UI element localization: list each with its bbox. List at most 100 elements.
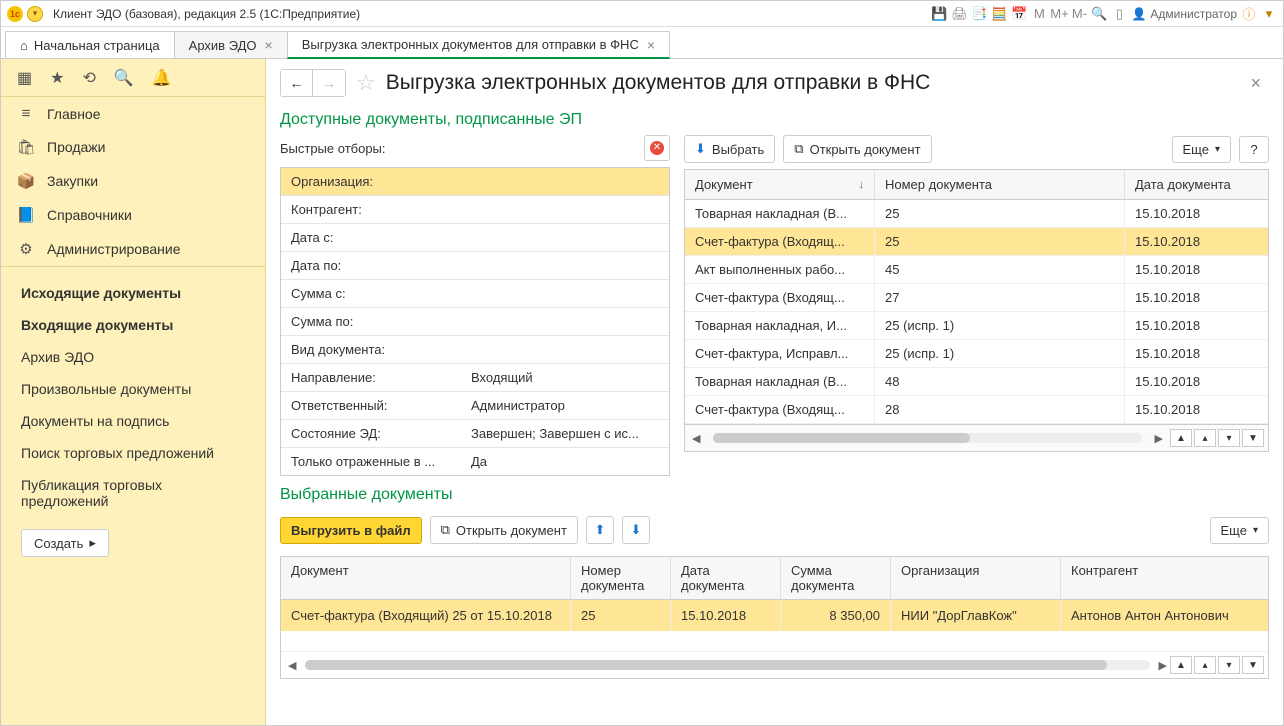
nav-down-button[interactable]: ▾: [1218, 656, 1240, 674]
memory-m[interactable]: M: [1031, 6, 1047, 22]
scroll-left-icon[interactable]: ◀: [285, 659, 299, 672]
sel-col-doc[interactable]: Документ: [281, 557, 571, 599]
user-menu[interactable]: 👤 Администратор: [1131, 7, 1237, 21]
sidebar-link-outgoing[interactable]: Исходящие документы: [1, 277, 265, 309]
filter-row[interactable]: Организация:: [281, 168, 669, 196]
filter-row[interactable]: Ответственный:Администратор: [281, 392, 669, 420]
nav-first-button[interactable]: ▲: [1170, 429, 1192, 447]
scroll-right-icon[interactable]: ▶: [1152, 432, 1166, 445]
help-button[interactable]: ?: [1239, 136, 1269, 163]
table-row[interactable]: Товарная накладная (В...2515.10.2018: [685, 200, 1268, 228]
filter-row[interactable]: Дата с:: [281, 224, 669, 252]
nav-forward-button[interactable]: →: [313, 70, 345, 96]
h-scrollbar[interactable]: [713, 433, 1141, 443]
clear-filters-button[interactable]: ✕: [644, 135, 670, 161]
sel-col-org[interactable]: Организация: [891, 557, 1061, 599]
filter-value[interactable]: [461, 308, 669, 335]
calc-icon[interactable]: 🧮: [991, 6, 1007, 22]
filter-row[interactable]: Только отраженные в ...Да: [281, 448, 669, 475]
filter-value[interactable]: [461, 336, 669, 363]
apps-icon[interactable]: ▦: [17, 68, 32, 88]
sidebar-link-incoming[interactable]: Входящие документы: [1, 309, 265, 341]
save-icon[interactable]: 💾: [931, 6, 947, 22]
open-document-button[interactable]: ⧉Открыть документ: [783, 135, 931, 163]
table-row[interactable]: Счет-фактура (Входящий) 25 от 15.10.2018…: [281, 600, 1268, 631]
scroll-right-icon[interactable]: ▶: [1156, 659, 1170, 672]
nav-first-button[interactable]: ▲: [1170, 656, 1192, 674]
sidebar-link-tosign[interactable]: Документы на подпись: [1, 405, 265, 437]
filter-value[interactable]: Да: [461, 448, 669, 475]
select-button[interactable]: ⬇Выбрать: [684, 135, 775, 163]
sidebar-link-search-offers[interactable]: Поиск торговых предложений: [1, 437, 265, 469]
filter-value[interactable]: [461, 196, 669, 223]
more-button[interactable]: Еще▾: [1172, 136, 1231, 163]
sidebar-item-purchases[interactable]: 📦Закупки: [1, 164, 265, 198]
page-close-button[interactable]: ×: [1242, 73, 1269, 94]
scroll-left-icon[interactable]: ◀: [689, 432, 703, 445]
panel-icon[interactable]: ▯: [1111, 6, 1127, 22]
nav-last-button[interactable]: ▼: [1242, 656, 1264, 674]
table-row[interactable]: Счет-фактура (Входящ...2515.10.2018: [685, 228, 1268, 256]
table-row[interactable]: Акт выполненных рабо...4515.10.2018: [685, 256, 1268, 284]
tab-archive[interactable]: Архив ЭДО ×: [174, 31, 288, 58]
move-down-button[interactable]: ⬇: [622, 516, 650, 544]
filter-row[interactable]: Дата по:: [281, 252, 669, 280]
filter-row[interactable]: Вид документа:: [281, 336, 669, 364]
col-date[interactable]: Дата документа: [1125, 170, 1268, 199]
nav-back-button[interactable]: ←: [281, 70, 313, 96]
sel-col-sum[interactable]: Сумма документа: [781, 557, 891, 599]
close-icon[interactable]: ×: [265, 37, 273, 53]
filter-value[interactable]: Входящий: [461, 364, 669, 391]
calendar-icon[interactable]: 📅: [1011, 6, 1027, 22]
table-row[interactable]: Товарная накладная (В...4815.10.2018: [685, 368, 1268, 396]
sidebar-link-arbitrary[interactable]: Произвольные документы: [1, 373, 265, 405]
filter-value[interactable]: [461, 224, 669, 251]
favorites-icon[interactable]: ★: [50, 68, 64, 88]
nav-last-button[interactable]: ▼: [1242, 429, 1264, 447]
create-button[interactable]: Создать▸: [21, 529, 109, 557]
sidebar-link-archive[interactable]: Архив ЭДО: [1, 341, 265, 373]
filter-value[interactable]: [461, 168, 669, 195]
history-icon[interactable]: ⟲: [82, 68, 95, 88]
tab-export[interactable]: Выгрузка электронных документов для отпр…: [287, 31, 670, 59]
export-file-button[interactable]: Выгрузить в файл: [280, 517, 422, 544]
col-document[interactable]: Документ↓: [685, 170, 875, 199]
sidebar-item-sales[interactable]: 🛍Продажи: [1, 130, 265, 164]
filter-value[interactable]: [461, 252, 669, 279]
titlebar-dropdown-icon[interactable]: ▾: [1261, 6, 1277, 22]
sel-col-date[interactable]: Дата документа: [671, 557, 781, 599]
sel-col-contr[interactable]: Контрагент: [1061, 557, 1268, 599]
filter-value[interactable]: [461, 280, 669, 307]
open-selected-button[interactable]: ⧉Открыть документ: [430, 516, 578, 544]
filter-row[interactable]: Сумма с:: [281, 280, 669, 308]
sidebar-link-publish-offers[interactable]: Публикация торговых предложений: [1, 469, 265, 517]
table-row[interactable]: Счет-фактура (Входящ...2715.10.2018: [685, 284, 1268, 312]
table-row[interactable]: Товарная накладная, И...25 (испр. 1)15.1…: [685, 312, 1268, 340]
sel-col-num[interactable]: Номер документа: [571, 557, 671, 599]
memory-mminus[interactable]: M-: [1071, 6, 1087, 22]
nav-up-button[interactable]: ▴: [1194, 429, 1216, 447]
tab-home[interactable]: ⌂ Начальная страница: [5, 31, 175, 58]
sidebar-item-main[interactable]: ≡Главное: [1, 97, 265, 130]
nav-down-button[interactable]: ▾: [1218, 429, 1240, 447]
filter-value[interactable]: Завершен; Завершен с ис...: [461, 420, 669, 447]
filter-value[interactable]: Администратор: [461, 392, 669, 419]
dropdown-icon[interactable]: ▾: [27, 6, 43, 22]
h-scrollbar[interactable]: [305, 660, 1149, 670]
info-icon[interactable]: ⓘ: [1241, 6, 1257, 22]
filter-row[interactable]: Направление:Входящий: [281, 364, 669, 392]
col-number[interactable]: Номер документа: [875, 170, 1125, 199]
zoom-icon[interactable]: 🔍: [1091, 6, 1107, 22]
search-icon[interactable]: 🔍: [114, 68, 134, 88]
move-up-button[interactable]: ⬆: [586, 516, 614, 544]
favorite-star-icon[interactable]: ☆: [356, 70, 376, 96]
selected-more-button[interactable]: Еще▾: [1210, 517, 1269, 544]
memory-mplus[interactable]: M+: [1051, 6, 1067, 22]
filter-row[interactable]: Состояние ЭД:Завершен; Завершен с ис...: [281, 420, 669, 448]
table-row[interactable]: Счет-фактура, Исправл...25 (испр. 1)15.1…: [685, 340, 1268, 368]
print-icon[interactable]: 🖨: [951, 6, 967, 22]
table-row[interactable]: Счет-фактура (Входящ...2815.10.2018: [685, 396, 1268, 424]
compare-icon[interactable]: 📑: [971, 6, 987, 22]
nav-up-button[interactable]: ▴: [1194, 656, 1216, 674]
filter-row[interactable]: Контрагент:: [281, 196, 669, 224]
